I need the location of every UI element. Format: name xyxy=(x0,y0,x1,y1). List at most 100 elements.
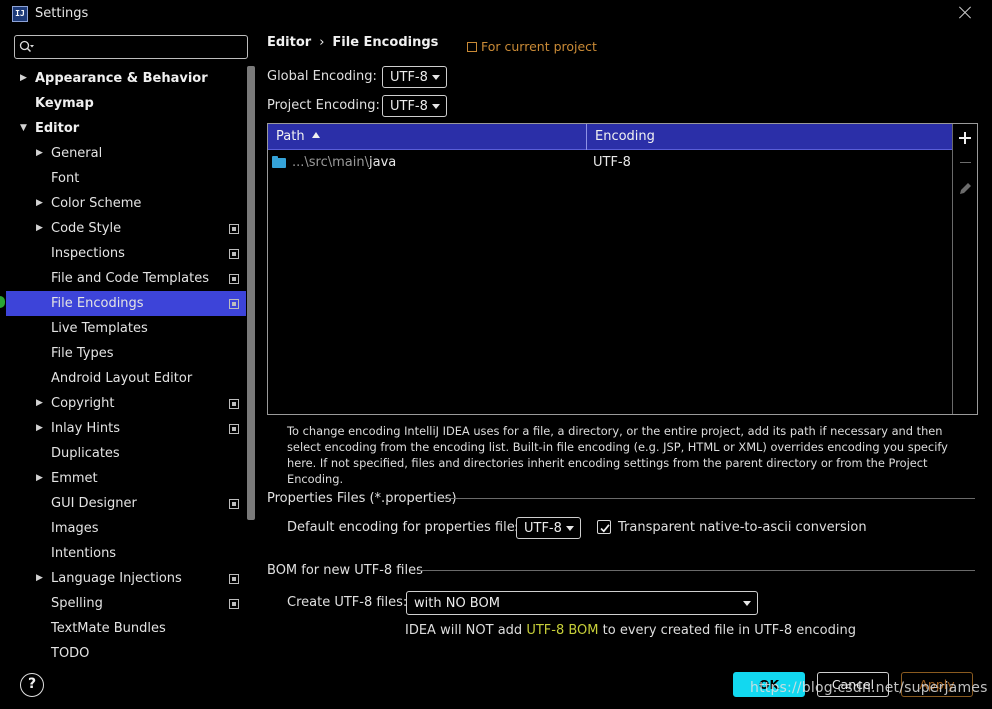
row-path-name: java xyxy=(369,155,397,170)
tree-item-label: Editor xyxy=(35,121,80,136)
create-utf8-value: with NO BOM xyxy=(414,596,500,611)
project-scope-icon xyxy=(229,399,239,409)
native-to-ascii-checkbox[interactable] xyxy=(597,520,611,534)
tree-item-live-templates[interactable]: Live Templates xyxy=(6,316,246,341)
bom-section-title: BOM for new UTF-8 files xyxy=(267,563,423,578)
add-icon[interactable] xyxy=(953,126,978,150)
chevron-down-icon xyxy=(743,601,751,606)
global-encoding-dropdown[interactable]: UTF-8 xyxy=(382,66,447,88)
properties-encoding-dropdown[interactable]: UTF-8 xyxy=(516,517,581,539)
chevron-right-icon[interactable]: ▶ xyxy=(36,391,43,416)
tree-item-label: Intentions xyxy=(51,546,117,561)
tree-item-editor[interactable]: ▼ Editor xyxy=(6,116,246,141)
chevron-right-icon[interactable]: ▶ xyxy=(20,66,27,91)
checkmark-icon xyxy=(600,524,610,533)
close-icon[interactable] xyxy=(956,4,974,22)
row-path-prefix: ...\src\main\ xyxy=(292,155,369,170)
table-toolbar xyxy=(952,124,977,414)
tree-item-inspections[interactable]: Inspections xyxy=(6,241,246,266)
bom-hint-before: IDEA will NOT add xyxy=(405,623,527,638)
tree-item-language-injections[interactable]: ▶ Language Injections xyxy=(6,566,246,591)
chevron-right-icon[interactable]: ▶ xyxy=(36,191,43,216)
tree-item-duplicates[interactable]: Duplicates xyxy=(6,441,246,466)
project-scope-icon xyxy=(229,499,239,509)
breadcrumb-parent[interactable]: Editor xyxy=(267,35,311,50)
column-header-path[interactable]: Path xyxy=(276,124,320,150)
settings-tree: ▶ Appearance & Behavior Keymap ▼ Editor ▶ Gene… xyxy=(6,66,246,666)
tree-item-file-types[interactable]: File Types xyxy=(6,341,246,366)
tree-item-general[interactable]: ▶ General xyxy=(6,141,246,166)
tree-item-images[interactable]: Images xyxy=(6,516,246,541)
project-scope-icon xyxy=(229,224,239,234)
breadcrumb-separator: › xyxy=(319,35,325,50)
project-encoding-value: UTF-8 xyxy=(390,99,428,114)
tree-item-label: Appearance & Behavior xyxy=(35,71,208,86)
create-utf8-label: Create UTF-8 files: xyxy=(287,595,408,610)
tree-item-android-layout-editor[interactable]: Android Layout Editor xyxy=(6,366,246,391)
tree-item-spelling[interactable]: Spelling xyxy=(6,591,246,616)
chevron-down-icon xyxy=(432,75,440,80)
chevron-right-icon[interactable]: ▶ xyxy=(36,416,43,441)
tree-item-label: Keymap xyxy=(35,96,94,111)
encoding-help-text: To change encoding IntelliJ IDEA uses fo… xyxy=(287,424,948,486)
remove-icon[interactable] xyxy=(953,151,978,175)
tree-item-label: Live Templates xyxy=(51,321,148,336)
table-header: Path Encoding xyxy=(268,124,952,150)
native-to-ascii-label[interactable]: Transparent native-to-ascii conversion xyxy=(618,520,867,535)
title-bar: IJ Settings xyxy=(0,0,992,28)
tree-item-textmate-bundles[interactable]: TextMate Bundles xyxy=(6,616,246,641)
tree-item-todo[interactable]: TODO xyxy=(6,641,246,666)
column-path-label: Path xyxy=(276,129,305,144)
tree-item-label: Color Scheme xyxy=(51,196,142,211)
table-row[interactable]: ...\src\main\java UTF-8 xyxy=(268,151,952,175)
chevron-right-icon[interactable]: ▶ xyxy=(36,466,43,491)
tree-item-label: Images xyxy=(51,521,99,536)
tree-item-intentions[interactable]: Intentions xyxy=(6,541,246,566)
settings-search[interactable] xyxy=(14,35,248,59)
tree-item-label: File Types xyxy=(51,346,114,361)
column-divider[interactable] xyxy=(586,124,587,150)
chevron-down-icon[interactable]: ▼ xyxy=(20,116,27,141)
tree-item-appearance-behavior[interactable]: ▶ Appearance & Behavior xyxy=(6,66,246,91)
tree-item-gui-designer[interactable]: GUI Designer xyxy=(6,491,246,516)
project-encoding-dropdown[interactable]: UTF-8 xyxy=(382,95,447,117)
create-utf8-dropdown[interactable]: with NO BOM xyxy=(406,591,758,615)
tree-item-label: Inlay Hints xyxy=(51,421,120,436)
chevron-right-icon[interactable]: ▶ xyxy=(36,566,43,591)
project-scope-icon xyxy=(229,249,239,259)
tree-item-code-style[interactable]: ▶ Code Style xyxy=(6,216,246,241)
tree-item-font[interactable]: Font xyxy=(6,166,246,191)
tree-scrollbar[interactable] xyxy=(247,66,255,520)
tree-item-inlay-hints[interactable]: ▶ Inlay Hints xyxy=(6,416,246,441)
bom-hint-after: to every created file in UTF-8 encoding xyxy=(598,623,856,638)
tree-item-label: General xyxy=(51,146,103,161)
search-input[interactable] xyxy=(39,39,239,55)
tree-item-label: GUI Designer xyxy=(51,496,137,511)
tree-item-file-and-code-templates[interactable]: File and Code Templates xyxy=(6,266,246,291)
status-indicator xyxy=(0,296,5,308)
help-button[interactable]: ? xyxy=(20,673,44,697)
pencil-icon xyxy=(960,183,971,194)
tree-item-color-scheme[interactable]: ▶ Color Scheme xyxy=(6,191,246,216)
search-icon xyxy=(19,40,34,53)
bom-hint-link[interactable]: UTF-8 BOM xyxy=(526,623,598,638)
project-scope-hint: For current project xyxy=(467,39,597,54)
tree-item-file-encodings[interactable]: File Encodings xyxy=(6,291,246,316)
chevron-down-icon xyxy=(566,526,574,531)
chevron-right-icon[interactable]: ▶ xyxy=(36,216,43,241)
chevron-right-icon[interactable]: ▶ xyxy=(36,141,43,166)
tree-item-label: Spelling xyxy=(51,596,103,611)
chevron-down-icon xyxy=(432,104,440,109)
row-encoding[interactable]: UTF-8 xyxy=(593,151,631,175)
tree-item-keymap[interactable]: Keymap xyxy=(6,91,246,116)
tree-item-emmet[interactable]: ▶ Emmet xyxy=(6,466,246,491)
column-header-encoding[interactable]: Encoding xyxy=(595,124,655,150)
global-encoding-label: Global Encoding: xyxy=(267,69,377,84)
tree-item-label: Language Injections xyxy=(51,571,182,586)
row-path: ...\src\main\java xyxy=(292,151,396,175)
edit-icon[interactable] xyxy=(953,177,978,201)
properties-section-title: Properties Files (*.properties) xyxy=(267,491,457,506)
tree-item-copyright[interactable]: ▶ Copyright xyxy=(6,391,246,416)
section-divider xyxy=(417,570,975,571)
project-scope-icon xyxy=(467,42,477,52)
